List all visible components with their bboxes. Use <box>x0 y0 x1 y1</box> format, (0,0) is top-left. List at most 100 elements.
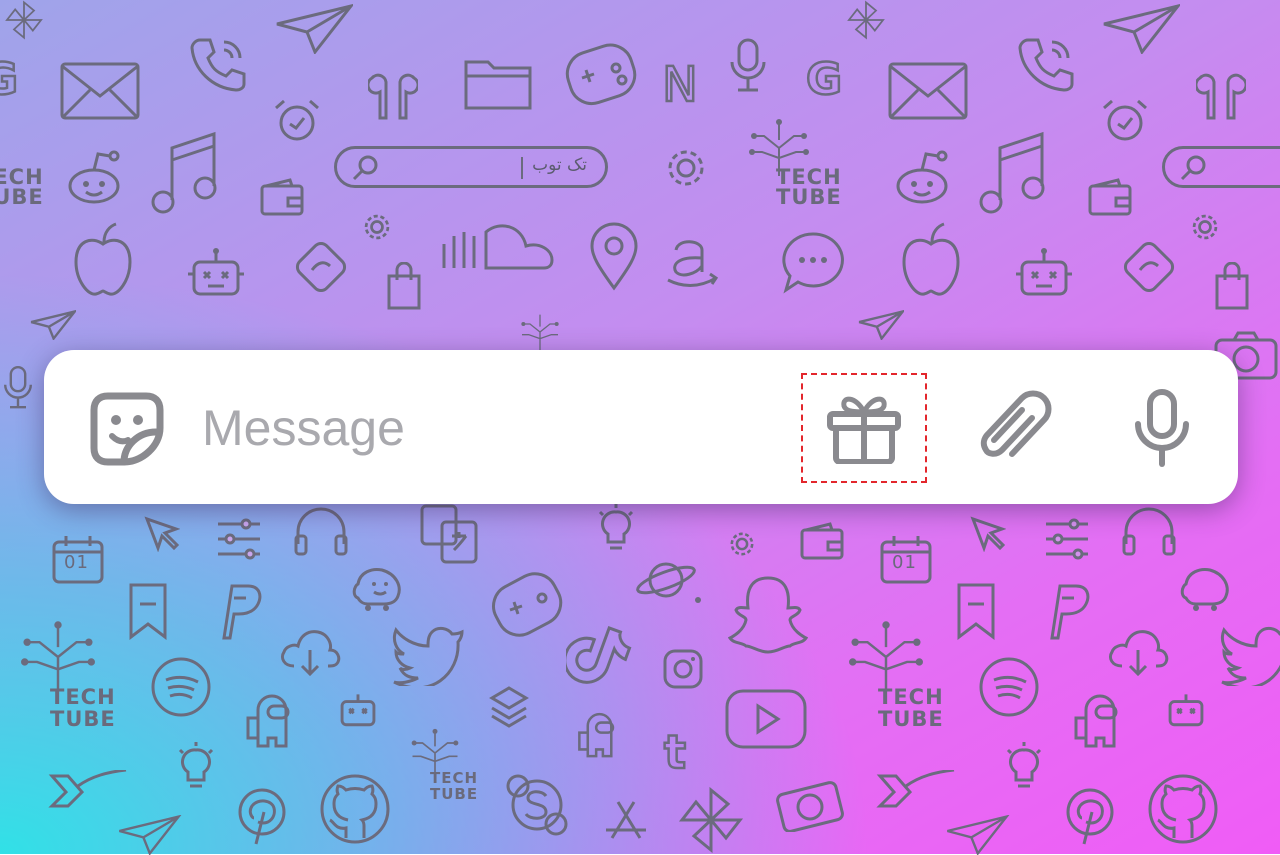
gear-icon <box>668 150 704 186</box>
tumblr-icon: t <box>663 725 688 779</box>
tech-tube-logo-line2: TUBE <box>430 785 479 803</box>
search-icon <box>1180 155 1206 181</box>
cloud-download-icon <box>1108 630 1169 677</box>
circuit-tree-icon <box>521 314 559 351</box>
instagram-icon <box>663 649 703 689</box>
lightbulb-icon <box>1006 742 1042 788</box>
spacex-icon <box>876 770 955 808</box>
robot-icon <box>188 248 244 296</box>
app-store-icon <box>606 801 646 839</box>
background-search-pill <box>1162 146 1280 188</box>
search-icon <box>352 155 378 181</box>
paper-plane-icon <box>858 310 904 340</box>
background-search-pill: تک توب <box>334 146 608 188</box>
wallet-icon <box>1088 178 1132 216</box>
paper-plane-icon <box>276 4 353 54</box>
tech-tube-logo-line1: TECH <box>50 685 116 709</box>
tech-tube-logo-line1: TECH <box>430 769 479 787</box>
reddit-icon <box>68 150 120 204</box>
folder-icon <box>464 60 532 110</box>
wallet-icon <box>260 178 304 216</box>
google-icon: G <box>805 54 844 105</box>
sticker-icon[interactable] <box>90 392 164 466</box>
pinterest-icon <box>238 788 286 845</box>
headphones-icon <box>1122 507 1176 556</box>
calendar-day-label: 01 <box>892 552 917 573</box>
microphone-icon <box>730 38 766 92</box>
message-input[interactable]: Message <box>202 398 405 458</box>
envelope-icon <box>60 62 140 120</box>
layers-icon <box>489 686 529 728</box>
pinwheel-icon <box>5 0 43 40</box>
wallet-icon <box>800 522 844 560</box>
envelope-icon <box>888 62 968 120</box>
gamepad-icon <box>565 43 637 106</box>
soundcloud-icon <box>442 224 554 270</box>
github-icon <box>1148 774 1218 844</box>
lightbulb-icon <box>598 504 634 550</box>
robot-icon <box>1016 248 1072 296</box>
search-divider <box>521 157 523 179</box>
circuit-tree-icon <box>21 621 95 692</box>
bookmark-icon <box>129 583 167 640</box>
shortcut-app-icon <box>295 241 347 293</box>
tiktok-icon <box>566 626 632 684</box>
pinterest-icon <box>1066 788 1114 845</box>
bookmark-icon <box>957 583 995 640</box>
pinwheel-icon <box>678 786 744 854</box>
tech-tube-logo-line2: TUBE <box>878 707 944 731</box>
spotify-icon <box>151 657 211 717</box>
lightbulb-icon <box>178 742 214 788</box>
snapchat-icon <box>728 576 808 654</box>
background-search-text: تک توب <box>532 155 587 175</box>
github-icon <box>320 774 390 844</box>
paper-plane-icon <box>119 815 182 855</box>
paperclip-icon[interactable] <box>976 388 1054 468</box>
tech-tube-logo-line2: TUBE <box>776 185 842 209</box>
microphone-icon[interactable] <box>1134 388 1190 468</box>
tech-tube-logo-line2: TUBE <box>50 707 116 731</box>
among-us-icon <box>1074 694 1118 748</box>
music-note-icon <box>151 131 217 214</box>
paypal-icon <box>222 584 262 640</box>
camera-icon <box>776 781 844 832</box>
alarm-clock-icon <box>1103 99 1147 141</box>
paypal-icon <box>1050 584 1090 640</box>
youtube-icon <box>725 689 807 749</box>
translate-icon <box>420 504 478 564</box>
gear-icon <box>730 532 754 556</box>
headphones-icon <box>294 507 348 556</box>
robot-icon <box>1168 694 1204 727</box>
shopping-bag-icon <box>387 262 421 310</box>
sliders-icon <box>1046 518 1088 560</box>
spotify-icon <box>979 657 1039 717</box>
music-note-icon <box>979 131 1045 214</box>
gamepad-icon <box>492 572 563 637</box>
reddit-icon <box>896 150 948 204</box>
apple-icon <box>74 222 132 296</box>
gift-icon[interactable] <box>826 392 902 464</box>
tech-tube-logo-line1: TECH <box>878 685 944 709</box>
phone-icon <box>1018 38 1074 92</box>
paper-plane-icon <box>30 310 76 340</box>
tech-tube-logo-line2: TUBE <box>0 185 44 209</box>
apple-icon <box>902 222 960 296</box>
pinwheel-icon <box>847 0 885 40</box>
earbuds-icon <box>368 73 418 120</box>
cursor-icon <box>970 516 1006 552</box>
among-us-icon <box>246 694 290 748</box>
cursor-icon <box>144 516 180 552</box>
circuit-tree-icon <box>849 621 923 692</box>
spacex-icon <box>48 770 127 808</box>
alarm-clock-icon <box>275 99 319 141</box>
shortcut-app-icon <box>1123 241 1175 293</box>
gear-icon <box>364 214 390 240</box>
waze-icon <box>1180 568 1229 611</box>
among-us-icon <box>578 712 615 758</box>
amazon-icon <box>667 240 719 287</box>
message-input-bar[interactable]: Message <box>44 350 1238 504</box>
chat-bubble-icon <box>782 232 844 294</box>
shopping-bag-icon <box>1215 262 1249 310</box>
paper-plane-icon <box>947 815 1010 855</box>
twitter-icon <box>392 626 464 686</box>
